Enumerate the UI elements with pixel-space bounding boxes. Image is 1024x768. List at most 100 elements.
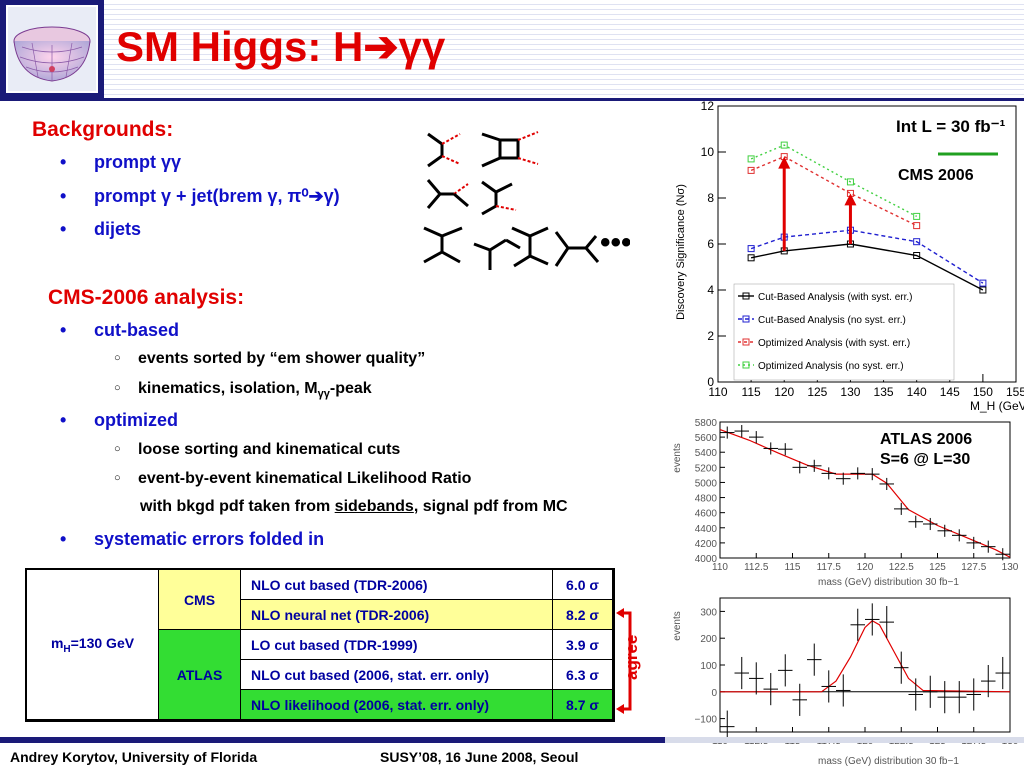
value-cell: 6.3 σ — [553, 660, 613, 690]
kinematics-text: kinematics, isolation, M — [138, 380, 318, 397]
y-tick-label: −100 — [694, 715, 717, 726]
method-cell: NLO likelihood (2006, stat. err. only) — [241, 690, 553, 720]
y-tick-label: 0 — [707, 375, 714, 389]
footer-rule-light — [665, 737, 1024, 743]
cms-2006-label: CMS 2006 — [898, 167, 974, 184]
x-axis-label: M_H (GeV) — [970, 399, 1024, 413]
bullet: • — [60, 186, 67, 206]
bullet: • — [60, 529, 67, 549]
y-tick-label: 4000 — [695, 554, 718, 565]
x-tick-label: 135 — [874, 385, 894, 399]
cut-based-item: cut-based — [94, 320, 180, 340]
x-axis-label: mass (GeV) distribution 30 fb−1 — [818, 756, 959, 767]
sub-bullet: ○ — [114, 382, 121, 394]
value-cell: 6.0 σ — [553, 570, 613, 600]
footer-rule — [0, 737, 665, 743]
luminosity-annotation: Int L = 30 fb⁻¹ — [896, 117, 1006, 136]
cut-sub-item: events sorted by “em shower quality” — [138, 350, 426, 367]
mgg-subscript: γγ — [317, 388, 330, 401]
mass-m: m — [50, 634, 64, 651]
peak-text: -peak — [329, 380, 372, 397]
x-tick-label: 140 — [907, 385, 927, 399]
x-tick-label: 130 — [1002, 562, 1019, 573]
signal-pdf-text: , signal pdf from MC — [413, 498, 568, 515]
bullet: • — [60, 152, 67, 172]
cms-group-cell: CMS — [159, 570, 241, 630]
y-tick-label: 6 — [707, 237, 714, 251]
atlas-background-chart: 110 112.5 115 117.5 120 122.5 125 127.5 13040004… — [672, 418, 1019, 588]
x-tick-label: 150 — [973, 385, 993, 399]
bullet: • — [60, 219, 67, 239]
sub-bullet: ○ — [114, 352, 121, 364]
optimized-item: optimized — [94, 410, 178, 430]
cms-significance-chart: 110 115 120 125 130 135 140 145 150 155024681012 … — [675, 99, 1024, 413]
mass-subscript: H — [63, 643, 71, 655]
x-tick-label: 120 — [774, 385, 794, 399]
bullet: • — [60, 320, 67, 340]
value-cell: 3.9 σ — [553, 630, 613, 660]
x-tick-label: 127.5 — [961, 562, 986, 573]
y-axis-label: events — [672, 443, 683, 472]
mexican-hat-potential-logo — [6, 5, 98, 93]
mass-cell: mH=130 GeV — [27, 570, 159, 720]
y-tick-label: 8 — [707, 191, 714, 205]
y-axis-label: Discovery Significance (Nσ) — [675, 184, 687, 320]
y-tick-label: 10 — [701, 145, 715, 159]
atlas-label-line1: ATLAS 2006 — [880, 431, 972, 448]
y-tick-label: 4600 — [695, 509, 718, 520]
bullet: • — [60, 410, 67, 430]
mass-value: =130 GeV — [70, 634, 135, 651]
x-tick-label: 155 — [1006, 385, 1024, 399]
method-cell: LO cut based (TDR-1999) — [241, 630, 553, 660]
y-tick-label: 5400 — [695, 448, 718, 459]
plot-frame — [719, 597, 1011, 733]
significance-table: mH=130 GeV CMS ATLAS NLO cut based (TDR-… — [25, 568, 615, 722]
backgrounds-heading: Backgrounds: — [32, 118, 174, 141]
sidebands-text: sidebands — [334, 498, 414, 515]
mass-label: mH=130 GeV — [51, 635, 134, 655]
legend-entry: Cut-Based Analysis (no syst. err.) — [758, 315, 906, 326]
sub-bullet: ○ — [114, 472, 121, 484]
method-cell: NLO neural net (TDR-2006) — [241, 600, 553, 630]
sub-bullet: ○ — [114, 443, 121, 455]
background-item: dijets — [94, 219, 142, 239]
y-tick-label: 5000 — [695, 478, 718, 489]
x-tick-label: 122.5 — [889, 562, 914, 573]
y-tick-label: 5200 — [695, 463, 718, 474]
slide-title: SM Higgs: H➔γγ — [116, 23, 446, 70]
agree-label: agree — [622, 634, 641, 680]
cut-sub-item-kinematics: kinematics, isolation, Mγγ-peak — [138, 380, 372, 400]
x-tick-label: 120 — [857, 562, 874, 573]
background-item: prompt γ + jet(brem γ, π⁰➔γ) — [94, 186, 340, 206]
opt-sub-item-sidebands: with bkgd pdf taken from sidebands, sign… — [140, 498, 568, 516]
y-tick-label: 300 — [700, 607, 717, 618]
x-tick-label: 112.5 — [744, 562, 769, 573]
x-axis-label: mass (GeV) distribution 30 fb−1 — [818, 577, 959, 588]
legend-entry: Cut-Based Analysis (with syst. err.) — [758, 292, 913, 303]
y-tick-label: 4 — [707, 283, 714, 297]
value-cell: 8.7 σ — [553, 690, 613, 720]
x-tick-label: 115 — [785, 562, 801, 573]
x-tick-label: 115 — [742, 385, 761, 399]
footer-conference: SUSY’08, 16 June 2008, Seoul — [380, 749, 579, 765]
x-tick-label: 125 — [929, 562, 946, 573]
background-item: prompt γγ — [94, 152, 182, 172]
method-cell: NLO cut based (TDR-2006) — [241, 570, 553, 600]
opt-sub-item: loose sorting and kinematical cuts — [138, 441, 401, 458]
y-tick-label: 100 — [700, 661, 717, 672]
atlas-label-line2: S=6 @ L=30 — [880, 451, 970, 468]
atlas-group-cell: ATLAS — [159, 630, 241, 720]
x-tick-label: 117.5 — [817, 562, 842, 573]
legend-entry: Optimized Analysis (no syst. err.) — [758, 361, 904, 372]
legend-entry: Optimized Analysis (with syst. err.) — [758, 338, 910, 349]
y-axis-label: events — [672, 611, 683, 640]
footer-author: Andrey Korytov, University of Florida — [10, 749, 258, 765]
y-tick-label: 4200 — [695, 539, 718, 550]
x-tick-label: 145 — [940, 385, 960, 399]
y-tick-label: 2 — [707, 329, 714, 343]
y-tick-label: 5600 — [695, 433, 718, 444]
cms-analysis-heading: CMS-2006 analysis: — [48, 286, 245, 309]
logo-frame — [0, 0, 104, 98]
y-tick-label: 4800 — [695, 494, 718, 505]
value-cell: 8.2 σ — [553, 600, 613, 630]
